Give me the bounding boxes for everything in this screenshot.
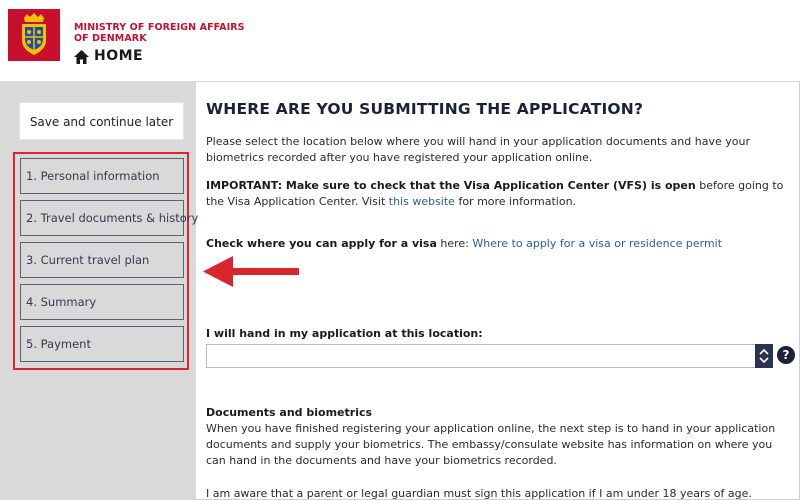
step-current-travel-plan[interactable]: 3. Current travel plan — [20, 242, 184, 278]
step-summary[interactable]: 4. Summary — [20, 284, 184, 320]
this-website-link[interactable]: this website — [389, 195, 455, 208]
save-and-continue-later-button[interactable]: Save and continue later — [19, 102, 184, 140]
steps-highlight-box: 1. Personal information 2. Travel docume… — [13, 152, 198, 370]
where-to-apply-link[interactable]: Where to apply for a visa or residence p… — [472, 237, 722, 250]
sidebar: Save and continue later 1. Personal info… — [0, 82, 198, 500]
ministry-name-line2: OF DENMARK — [74, 33, 147, 44]
coat-of-arms-icon — [8, 9, 60, 61]
apply-check-line: Check where you can apply for a visa her… — [206, 236, 792, 252]
house-icon — [74, 49, 89, 64]
left-arrow-icon — [203, 255, 301, 287]
important-bold-text: IMPORTANT: Make sure to check that the V… — [206, 179, 696, 192]
question-mark-icon[interactable]: ? — [777, 346, 795, 364]
step-travel-documents-history[interactable]: 2. Travel documents & history — [20, 200, 198, 236]
location-select[interactable] — [206, 344, 773, 368]
up-down-chevron-icon[interactable] — [755, 344, 773, 368]
intro-text: Please select the location below where y… — [206, 135, 750, 164]
step-payment[interactable]: 5. Payment — [20, 326, 184, 362]
check-rest-text: here: — [436, 237, 473, 250]
check-bold-text: Check where you can apply for a visa — [206, 237, 437, 250]
home-link[interactable]: HOME — [74, 48, 143, 64]
location-field-label: I will hand in my application at this lo… — [206, 327, 483, 340]
guardian-consent-text: I am aware that a parent or legal guardi… — [206, 487, 752, 500]
home-label: HOME — [94, 48, 144, 64]
documents-biometrics-heading: Documents and biometrics — [206, 406, 373, 419]
ministry-name: MINISTRY OF FOREIGN AFFAIRS OF DENMARK — [74, 22, 245, 44]
site-header: MINISTRY OF FOREIGN AFFAIRS OF DENMARK H… — [0, 0, 800, 82]
documents-biometrics-text: When you have finished registering your … — [206, 422, 776, 467]
page-title: WHERE ARE YOU SUBMITTING THE APPLICATION… — [206, 100, 644, 118]
important-tail-text: for more information. — [454, 195, 577, 208]
step-personal-information[interactable]: 1. Personal information — [20, 158, 184, 194]
important-notice: IMPORTANT: Make sure to check that the V… — [206, 178, 792, 210]
ministry-name-line1: MINISTRY OF FOREIGN AFFAIRS — [74, 22, 245, 33]
